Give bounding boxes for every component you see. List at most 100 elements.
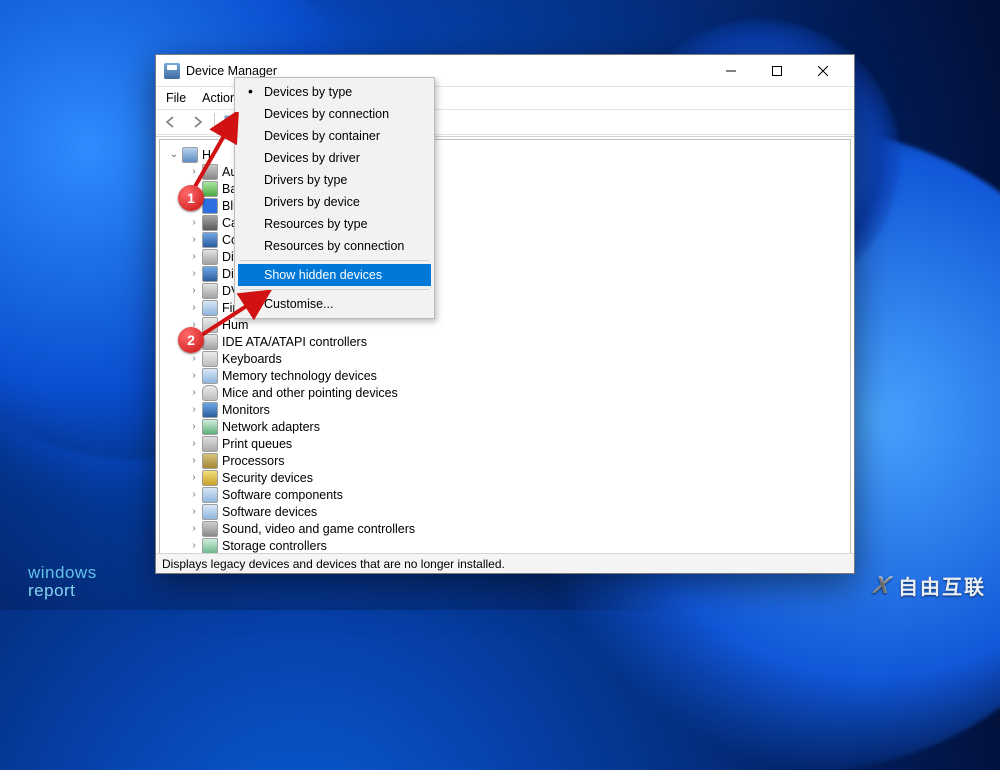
menu-label: Action (202, 91, 237, 105)
tree-node-label: Software devices (222, 505, 317, 519)
tree-node-label: Mice and other pointing devices (222, 386, 398, 400)
menu-item-devices-by-connection[interactable]: Devices by connection (238, 103, 431, 125)
watermark-x-icon: X (871, 572, 895, 600)
annotation-badge-1: 1 (178, 185, 204, 211)
di-cpu-icon (202, 453, 218, 469)
tree-node-label: IDE ATA/ATAPI controllers (222, 335, 367, 349)
tree-node[interactable]: ›Monitors (188, 401, 844, 418)
menu-item-drivers-by-type[interactable]: Drivers by type (238, 169, 431, 191)
minimize-button[interactable] (708, 55, 754, 87)
menu-item-label: Customise... (264, 297, 333, 311)
expander-icon[interactable]: › (188, 299, 200, 316)
watermark-right: X 自由互联 (874, 571, 986, 600)
expander-icon[interactable]: › (188, 265, 200, 282)
close-button[interactable] (800, 55, 846, 87)
maximize-button[interactable] (754, 55, 800, 87)
tree-node[interactable]: › Print queues (188, 435, 844, 452)
expander-icon[interactable]: › (188, 469, 200, 486)
expander-icon[interactable]: › (188, 520, 200, 537)
di-disk-icon (202, 283, 218, 299)
tree-node[interactable]: › Network adapters (188, 418, 844, 435)
menu-item-label: Show hidden devices (264, 268, 382, 282)
tree-node-label: Sound, video and game controllers (222, 522, 415, 536)
di-bluetooth-icon (202, 198, 218, 214)
expander-icon[interactable]: › (188, 367, 200, 384)
tree-node[interactable]: › Mice and other pointing devices (188, 384, 844, 401)
tree-node[interactable]: › Software devices (188, 503, 844, 520)
expander-icon[interactable]: › (188, 214, 200, 231)
expander-icon[interactable]: › (188, 384, 200, 401)
watermark-windowsreport: windows report (28, 564, 97, 600)
tree-node-label: Processors (222, 454, 285, 468)
expander-icon[interactable]: › (188, 418, 200, 435)
expander-icon[interactable]: › (188, 163, 200, 180)
menu-separator (240, 289, 429, 290)
tree-node[interactable]: › Sound, video and game controllers (188, 520, 844, 537)
menu-separator (240, 260, 429, 261)
expander-icon[interactable]: › (188, 401, 200, 418)
di-sound-icon (202, 521, 218, 537)
menu-item-label: Drivers by type (264, 173, 347, 187)
annotation-number: 1 (187, 190, 195, 206)
menu-item-label: Devices by connection (264, 107, 389, 121)
di-soft-icon (202, 368, 218, 384)
di-audio-icon (202, 164, 218, 180)
tree-node[interactable]: › Storage controllers (188, 537, 844, 553)
view-dropdown-menu: Devices by type Devices by connection Devi… (234, 77, 435, 319)
di-monitor-icon (202, 266, 218, 282)
di-net-icon (202, 419, 218, 435)
expander-icon[interactable]: › (188, 248, 200, 265)
expander-icon[interactable]: › (188, 282, 200, 299)
expander-icon[interactable]: ⌄ (168, 146, 180, 163)
menu-label: File (166, 91, 186, 105)
window-controls (708, 55, 846, 87)
maximize-icon (772, 66, 782, 76)
menu-item-drivers-by-device[interactable]: Drivers by device (238, 191, 431, 213)
expander-icon[interactable]: › (188, 435, 200, 452)
tree-node[interactable]: ›Memory technology devices (188, 367, 844, 384)
menu-item-customise[interactable]: Customise... (238, 293, 431, 315)
di-printer-icon (202, 436, 218, 452)
tree-node-label: Software components (222, 488, 343, 502)
minimize-icon (726, 66, 736, 76)
menu-file[interactable]: File (158, 87, 194, 109)
watermark-text: 自由互联 (898, 571, 986, 600)
menu-item-devices-by-container[interactable]: Devices by container (238, 125, 431, 147)
forward-button[interactable] (186, 112, 208, 132)
menu-item-devices-by-driver[interactable]: Devices by driver (238, 147, 431, 169)
device-manager-window: Device Manager File Action View Help (155, 54, 855, 574)
di-mouse-icon (202, 385, 218, 401)
expander-icon[interactable]: › (188, 452, 200, 469)
app-icon (164, 63, 180, 79)
di-soft-icon (202, 504, 218, 520)
tree-node-label: Print queues (222, 437, 292, 451)
di-disk-icon (202, 249, 218, 265)
annotation-number: 2 (187, 332, 195, 348)
annotation-badge-2: 2 (178, 327, 204, 353)
menu-item-devices-by-type[interactable]: Devices by type (238, 81, 431, 103)
statusbar: Displays legacy devices and devices that… (156, 553, 854, 573)
tree-node[interactable]: ›IDE ATA/ATAPI controllers (188, 333, 844, 350)
tree-node[interactable]: › Processors (188, 452, 844, 469)
statusbar-text: Displays legacy devices and devices that… (162, 557, 505, 571)
di-kbd-icon (202, 351, 218, 367)
forward-arrow-icon (190, 116, 204, 128)
tree-node[interactable]: ›Keyboards (188, 350, 844, 367)
expander-icon[interactable]: › (188, 503, 200, 520)
expander-icon[interactable]: › (188, 231, 200, 248)
menu-item-resources-by-connection[interactable]: Resources by connection (238, 235, 431, 257)
menu-item-show-hidden-devices[interactable]: Show hidden devices (238, 264, 431, 286)
tree-node-label: Hum (222, 318, 248, 332)
tree-node[interactable]: › Software components (188, 486, 844, 503)
menu-item-resources-by-type[interactable]: Resources by type (238, 213, 431, 235)
expander-icon[interactable]: › (188, 537, 200, 553)
expander-icon[interactable]: › (188, 486, 200, 503)
tree-node[interactable]: ›Security devices (188, 469, 844, 486)
menu-item-label: Resources by connection (264, 239, 404, 253)
window-title: Device Manager (186, 64, 277, 78)
tree-node-label: Network adapters (222, 420, 320, 434)
tree-node-label: Storage controllers (222, 539, 327, 553)
back-button[interactable] (160, 112, 182, 132)
toolbar-separator (214, 113, 215, 131)
tree-node-label: Keyboards (222, 352, 282, 366)
